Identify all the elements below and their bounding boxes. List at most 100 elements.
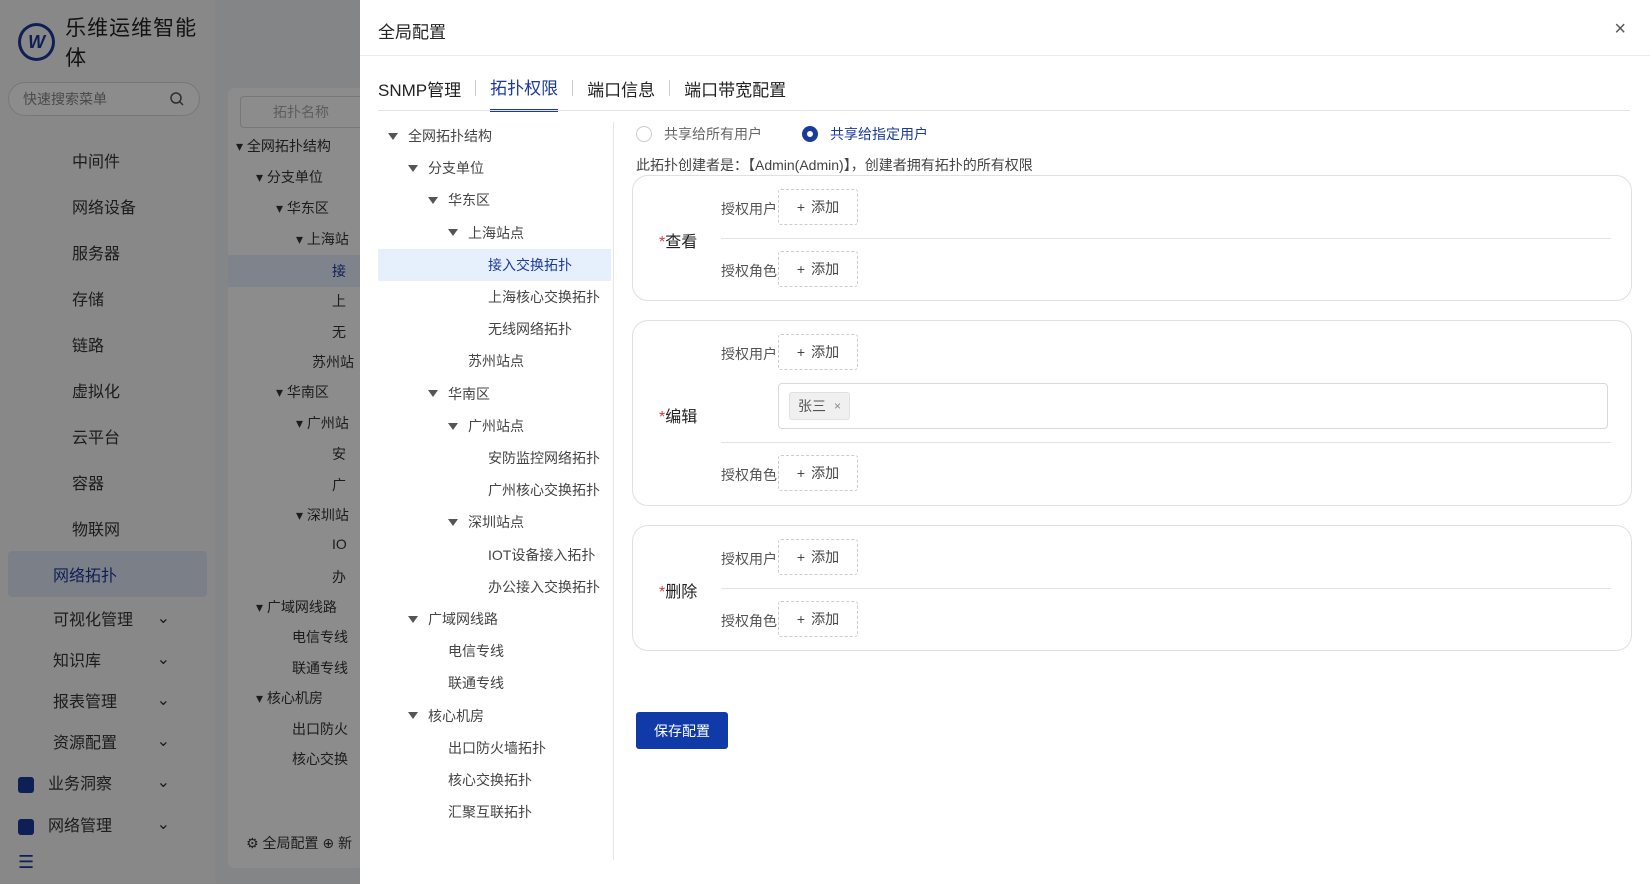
radio-dot — [802, 126, 818, 142]
plus-icon: + — [796, 465, 806, 481]
caret-down-icon[interactable] — [448, 519, 458, 527]
tree-node[interactable]: 广域网线路 — [408, 603, 498, 635]
divider — [721, 442, 1611, 443]
tree-node-label: 核心机房 — [428, 707, 484, 724]
tree-node[interactable]: 办公接入交换拓扑 — [488, 571, 600, 603]
radio-dot — [636, 126, 652, 142]
user-label: 授权用户 — [721, 551, 777, 567]
delete-add-role-button[interactable]: + 添加 — [778, 601, 858, 637]
user-tag: 张三 × — [789, 392, 851, 420]
user-label: 授权用户 — [721, 201, 777, 217]
tree-node[interactable]: 上海核心交换拓扑 — [488, 281, 600, 313]
app-root: W 乐维运维智能体 快速搜索菜单 中间件 网络设备 服务器 存储 链路 虚拟化 … — [0, 0, 1650, 884]
tree-node-label: 联通专线 — [448, 675, 504, 692]
role-label: 授权角色 — [721, 467, 777, 483]
tab-port-bandwidth[interactable]: 端口带宽配置 — [684, 72, 786, 111]
config-tabs: SNMP管理 拓扑权限 端口信息 端口带宽配置 — [378, 70, 786, 112]
caret-down-icon[interactable] — [388, 132, 398, 140]
role-label: 授权角色 — [721, 613, 777, 629]
tag-close-icon[interactable]: × — [834, 399, 841, 413]
divider — [721, 238, 1611, 239]
add-label: 添加 — [811, 199, 840, 215]
plus-icon: + — [796, 199, 806, 215]
tree-node[interactable]: 出口防火墙拓扑 — [448, 732, 546, 764]
add-label: 添加 — [811, 465, 840, 481]
tree-node[interactable]: 广州站点 — [448, 410, 524, 442]
perm-delete-box: *删除 授权用户 + 添加 授权角色 + 添加 — [632, 525, 1632, 651]
tree-node-label: 华东区 — [448, 192, 490, 209]
perm-label-text: 编辑 — [665, 409, 698, 426]
perm-label-text: 删除 — [665, 584, 698, 601]
tree-node[interactable]: 上海站点 — [448, 217, 524, 249]
save-config-button[interactable]: 保存配置 — [636, 712, 728, 749]
tab-separator — [669, 80, 671, 96]
tree-node[interactable]: 分支单位 — [408, 152, 484, 184]
delete-add-user-button[interactable]: + 添加 — [778, 539, 858, 575]
tree-node[interactable]: 联通专线 — [448, 667, 504, 699]
global-config-drawer: 全局配置 × SNMP管理 拓扑权限 端口信息 端口带宽配置 全网拓扑结构 分支单… — [360, 0, 1650, 884]
tree-node-label: 广州站点 — [468, 417, 524, 434]
view-add-role-button[interactable]: + 添加 — [778, 251, 858, 287]
tree-node[interactable]: 核心机房 — [408, 700, 484, 732]
radio-label: 共享给所有用户 — [664, 126, 762, 142]
tab-topology-permission[interactable]: 拓扑权限 — [490, 70, 559, 112]
tab-snmp[interactable]: SNMP管理 — [378, 72, 461, 111]
tree-node[interactable]: 电信专线 — [448, 635, 504, 667]
edit-add-role-button[interactable]: + 添加 — [778, 455, 858, 491]
tree-node-label: 办公接入交换拓扑 — [488, 578, 600, 595]
tree-node-label: 上海核心交换拓扑 — [488, 289, 600, 305]
add-label: 添加 — [811, 344, 840, 360]
tree-node[interactable]: 华南区 — [428, 378, 490, 410]
share-all-radio[interactable]: 共享给所有用户 — [636, 124, 762, 144]
tree-node[interactable]: IOT设备接入拓扑 — [488, 539, 595, 571]
close-icon[interactable]: × — [1614, 18, 1626, 41]
tree-node-label: IOT设备接入拓扑 — [488, 546, 596, 563]
tree-node-label: 出口防火墙拓扑 — [448, 739, 546, 756]
tab-separator — [475, 80, 477, 96]
plus-icon: + — [796, 344, 806, 360]
tree-node-label: 无线网络拓扑 — [488, 321, 572, 338]
caret-down-icon[interactable] — [428, 197, 438, 205]
tree-node[interactable]: 核心交换拓扑 — [448, 764, 532, 796]
caret-down-icon[interactable] — [408, 712, 418, 720]
tree-node-label: 上海站点 — [468, 224, 524, 241]
view-add-user-button[interactable]: + 添加 — [778, 189, 858, 225]
share-specific-radio[interactable]: 共享给指定用户 — [802, 124, 928, 144]
divider — [721, 588, 1611, 589]
tree-node[interactable]: 华东区 — [428, 184, 490, 216]
perm-edit-box: *编辑 授权用户 + 添加 张三 × 授权角色 + 添加 — [632, 320, 1632, 506]
edit-user-tags[interactable]: 张三 × — [778, 383, 1608, 429]
tree-node[interactable]: 安防监控网络拓扑 — [488, 442, 600, 474]
caret-down-icon[interactable] — [408, 615, 418, 623]
caret-down-icon[interactable] — [448, 422, 458, 430]
add-label: 添加 — [811, 549, 840, 565]
caret-down-icon[interactable] — [408, 164, 418, 172]
tree-node-label: 苏州站点 — [468, 353, 524, 370]
caret-down-icon[interactable] — [428, 390, 438, 398]
divider — [360, 55, 1650, 56]
divider — [378, 110, 1630, 111]
add-label: 添加 — [811, 611, 840, 627]
tab-port-info[interactable]: 端口信息 — [587, 72, 655, 111]
edit-add-user-button[interactable]: + 添加 — [778, 334, 858, 370]
tree-node[interactable]: 全网拓扑结构 — [388, 120, 492, 152]
tree-node-label: 分支单位 — [428, 160, 484, 177]
radio-label: 共享给指定用户 — [830, 126, 928, 142]
tag-label: 张三 — [798, 398, 826, 414]
topology-tree: 全网拓扑结构分支单位华东区上海站点接入交换拓扑上海核心交换拓扑 无线网络拓扑苏州站… — [378, 120, 611, 860]
tree-node-label: 汇聚互联拓扑 — [448, 804, 532, 821]
tree-node[interactable]: 汇聚互联拓扑 — [448, 796, 532, 828]
tree-node-label: 核心交换拓扑 — [448, 772, 532, 788]
tree-node[interactable]: 广州核心交换拓扑 — [488, 474, 600, 506]
tree-node[interactable]: 深圳站点 — [448, 506, 524, 538]
tree-node-label: 华南区 — [448, 385, 490, 402]
tree-node[interactable]: 苏州站点 — [468, 345, 524, 377]
plus-icon: + — [796, 611, 806, 627]
tree-node-selected[interactable]: 接入交换拓扑 — [378, 248, 611, 281]
perm-edit-label: *编辑 — [659, 403, 697, 427]
caret-down-icon[interactable] — [448, 229, 458, 237]
tree-node[interactable]: 无线网络拓扑 — [488, 313, 572, 345]
perm-label-text: 查看 — [665, 234, 698, 251]
tree-node-label: 电信专线 — [448, 643, 504, 660]
user-label: 授权用户 — [721, 346, 777, 362]
